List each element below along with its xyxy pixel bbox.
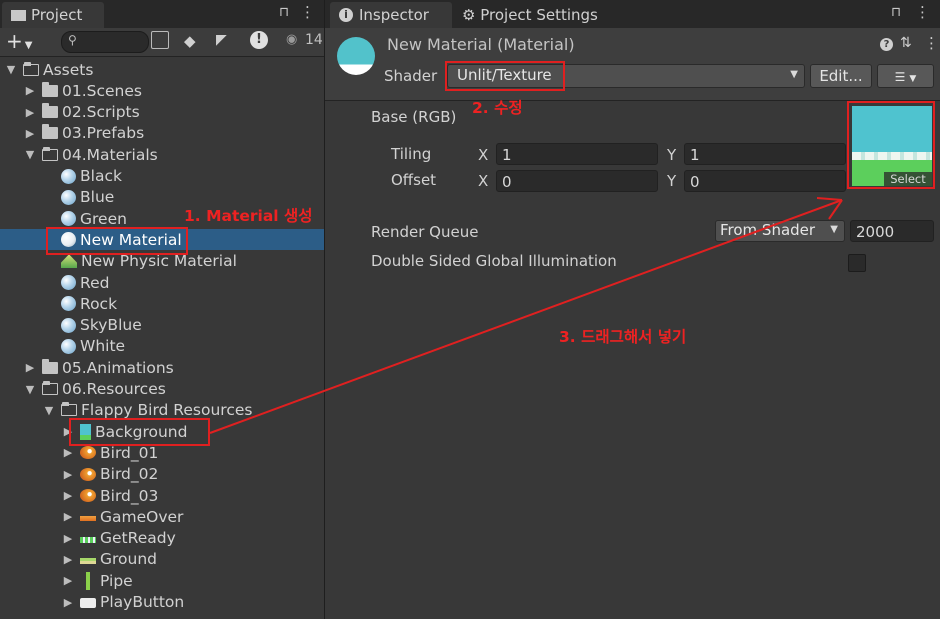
drag-arrow	[209, 197, 843, 434]
drag-arrow-line	[209, 199, 843, 434]
